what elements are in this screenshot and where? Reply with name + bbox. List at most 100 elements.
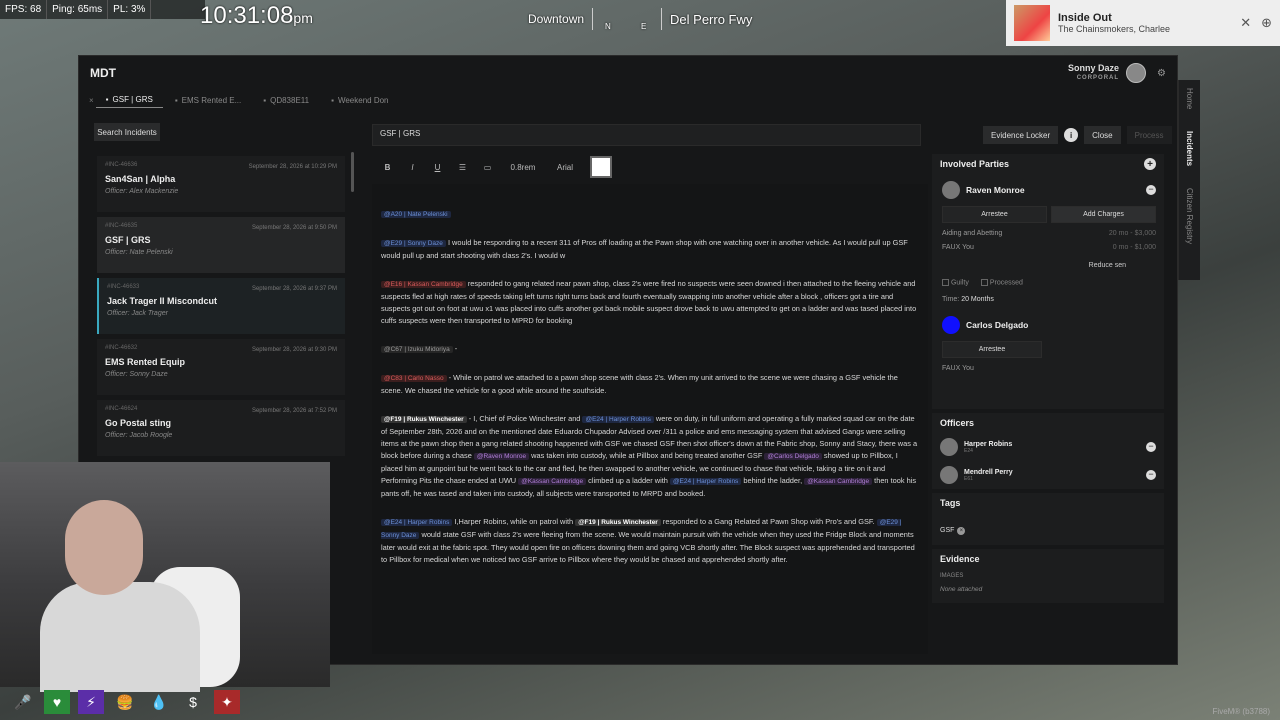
remove-officer-icon[interactable]: −: [1146, 470, 1156, 480]
tab-doc-icon: ▪: [263, 95, 267, 105]
mdt-header: MDT Sonny Daze CORPORAL ⚙: [79, 56, 1177, 90]
album-cover: [1014, 5, 1050, 41]
font-size-select[interactable]: 0.8rem: [500, 163, 546, 172]
tab-doc-icon: ▪: [174, 95, 178, 105]
incident-date: September 28, 2026 at 9:37 PM: [251, 286, 337, 292]
evidence-empty: None attached: [940, 586, 983, 593]
role-select[interactable]: Arrestee: [942, 206, 1047, 223]
unit-tag: @A20 | Nate Pelenski: [381, 211, 451, 218]
underline-icon[interactable]: U: [425, 163, 450, 172]
gear-icon[interactable]: ⚙: [1157, 68, 1166, 79]
webcam-overlay: [0, 462, 330, 692]
nav-citizen-registry[interactable]: Citizen Registry: [1185, 188, 1194, 244]
avatar: [1126, 63, 1147, 83]
incident-tabs: × ▪ GSF | GRS ▪ EMS Rented E... ▪ QD838E11 …: [79, 90, 1177, 110]
unit-tag: @E24 | Harper Robins: [669, 478, 742, 485]
font-family-select[interactable]: Arial: [546, 163, 584, 172]
avatar: [942, 181, 960, 199]
health-icon: ♥: [44, 690, 70, 714]
nav-home[interactable]: Home: [1185, 88, 1194, 109]
editor-toolbar: B I U ☰ ▭ 0.8rem Arial: [375, 156, 612, 178]
game-clock: 10:31:08pm: [200, 2, 313, 30]
images-label: IMAGES: [940, 573, 964, 579]
image-icon[interactable]: ▭: [475, 163, 500, 172]
incident-title: Go Postal sting: [105, 418, 172, 428]
compass-n: N: [605, 22, 611, 31]
list-item[interactable]: #INC-46636 September 28, 2026 at 10:29 P…: [97, 156, 345, 212]
fivem-watermark: FiveM® (b3788): [1212, 707, 1270, 716]
report-paragraph: @E29 | Sonny Daze I would be responding …: [381, 237, 919, 262]
list-item[interactable]: #INC-46632 September 28, 2026 at 9:30 PM…: [97, 339, 345, 395]
bold-icon[interactable]: B: [375, 163, 400, 172]
color-swatch[interactable]: [590, 156, 612, 178]
italic-icon[interactable]: I: [400, 163, 425, 172]
report-editor[interactable]: @A20 | Nate Pelenski @E29 | Sonny Daze I…: [372, 184, 928, 654]
remove-party-icon[interactable]: −: [1146, 185, 1156, 195]
remove-officer-icon[interactable]: −: [1146, 442, 1156, 452]
evidence-locker-button[interactable]: Evidence Locker: [983, 126, 1059, 144]
time-label: Time:: [942, 296, 960, 304]
ping-readout: Ping: 65ms: [47, 0, 109, 19]
search-incidents-button[interactable]: Search Incidents: [94, 123, 160, 141]
close-icon[interactable]: ✕: [1240, 15, 1251, 31]
officer-callsign: E24: [964, 447, 973, 454]
charge-amount: 0 mo - $1,000: [1112, 244, 1156, 251]
incident-title-input[interactable]: GSF | GRS: [372, 124, 921, 146]
compass-e: E: [641, 22, 647, 31]
party-card: Raven Monroe − Arrestee Add Charges Aidi…: [932, 174, 1164, 309]
guilty-checkbox[interactable]: Guilty: [942, 279, 969, 286]
charge-row: Aiding and Abetting 20 mo - $3,000: [942, 230, 1156, 237]
evidence-heading: Evidence: [940, 554, 980, 564]
party-name: Carlos Delgado: [966, 320, 1029, 331]
avatar: [940, 466, 958, 484]
officer-name: Mendrell Perry: [964, 468, 1013, 476]
add-charges-button[interactable]: Add Charges: [1051, 206, 1156, 223]
tab-qd838e11[interactable]: ▪ QD838E11: [253, 93, 319, 108]
unit-tag: @C67 | Izuku Midoriya: [381, 346, 453, 353]
incident-officer: Officer: Jacob Roogle: [105, 432, 173, 439]
incident-date: September 28, 2026 at 9:50 PM: [251, 225, 337, 231]
role-select[interactable]: Arrestee: [942, 341, 1042, 359]
list-icon[interactable]: ☰: [450, 163, 475, 172]
officer-row: Mendrell Perry E61 −: [932, 461, 1164, 489]
list-item[interactable]: #INC-46635 September 28, 2026 at 9:50 PM…: [97, 217, 345, 273]
officer-callsign: E61: [964, 475, 973, 482]
tab-weekend-don[interactable]: ▪ Weekend Don: [321, 93, 398, 108]
tab-doc-icon: ▪: [105, 95, 109, 104]
nav-incidents[interactable]: Incidents: [1185, 131, 1194, 166]
add-icon[interactable]: ⊕: [1261, 15, 1272, 31]
processed-checkbox[interactable]: Processed: [980, 279, 1023, 286]
info-icon[interactable]: i: [1064, 128, 1079, 142]
close-button[interactable]: Close: [1084, 126, 1121, 144]
unit-tag: @F19 | Rukus Winchester: [381, 416, 467, 423]
incident-title: GSF | GRS: [105, 235, 151, 245]
process-button[interactable]: Process: [1126, 126, 1172, 144]
hunger-icon: 🍔: [116, 693, 134, 710]
report-text: I,Harper Robins, while on patrol with: [454, 517, 574, 526]
tab-gsf-grs[interactable]: ▪ GSF | GRS: [95, 92, 163, 108]
compass-ticks: N E: [592, 8, 663, 31]
remove-tag-icon[interactable]: ×: [957, 526, 966, 535]
sentence-time: Time: 20 Months: [942, 296, 1156, 303]
list-scrollbar[interactable]: [351, 152, 354, 192]
mdt-title: MDT: [90, 66, 116, 80]
person-tag: @Kassan Cambridge: [804, 478, 873, 485]
close-tab-icon[interactable]: ×: [89, 96, 94, 105]
tag-chip[interactable]: GSF ×: [940, 526, 966, 535]
charge-row: FAUX You 0 mo - $1,000: [942, 244, 1156, 251]
unit-tag: @F19 | Rukus Winchester: [575, 519, 661, 526]
avatar: [940, 438, 958, 456]
officers-box: Officers Harper Robins E24 − Mendrell Pe…: [932, 413, 1164, 489]
list-item[interactable]: #INC-46633 September 28, 2026 at 9:37 PM…: [97, 278, 345, 334]
party-name: Raven Monroe: [966, 185, 1025, 195]
tab-ems-rented[interactable]: ▪ EMS Rented E...: [165, 93, 251, 108]
clock-time: 10:31:08: [200, 2, 294, 29]
list-item[interactable]: #INC-46624 September 28, 2026 at 7:52 PM…: [97, 400, 345, 456]
person-tag: @Carlos Delgado: [764, 453, 822, 460]
add-party-icon[interactable]: +: [1144, 158, 1156, 170]
reduce-sentence-button[interactable]: Reduce sen: [942, 258, 1156, 272]
officer-row: Harper Robins E24 −: [932, 433, 1164, 461]
report-paragraph: @F19 | Rukus Winchester - I, Chief of Po…: [381, 413, 919, 500]
charge-name: FAUX You: [942, 244, 974, 251]
unit-tag: @E24 | Harper Robins: [582, 416, 654, 423]
